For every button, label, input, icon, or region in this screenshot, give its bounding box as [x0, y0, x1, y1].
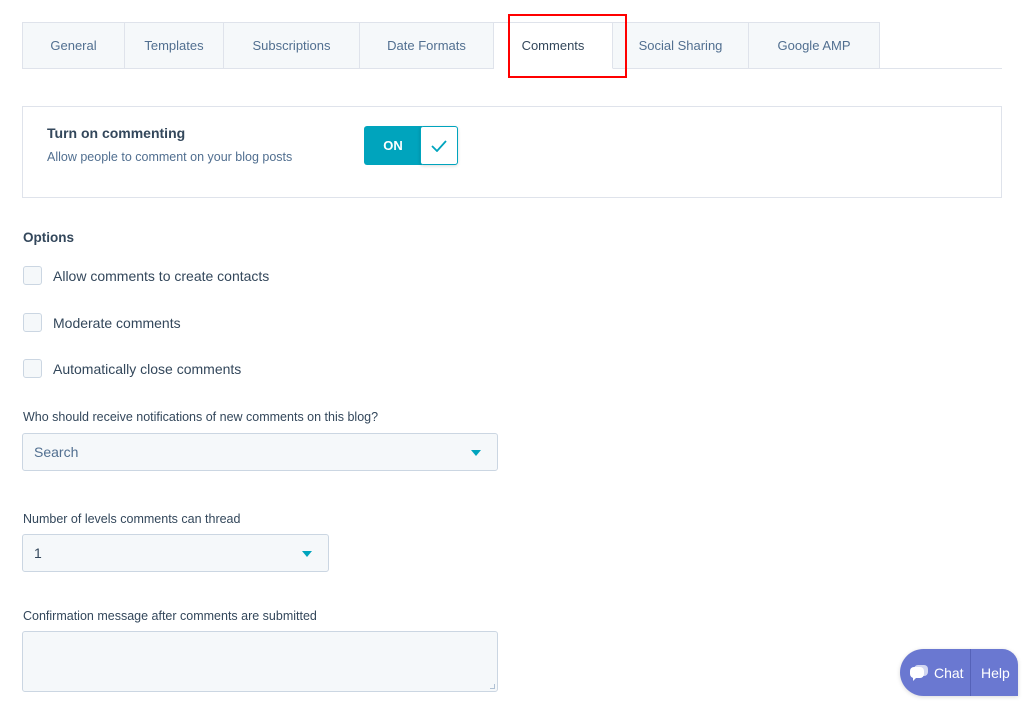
chat-widget: Chat Help — [900, 649, 1018, 696]
option-label: Moderate comments — [53, 314, 181, 331]
option-create-contacts[interactable]: Allow comments to create contacts — [23, 266, 269, 285]
confirmation-textarea[interactable] — [22, 631, 498, 692]
resize-handle[interactable] — [490, 684, 495, 689]
help-button[interactable]: Help — [971, 665, 1010, 681]
toggle-on-label: ON — [364, 126, 422, 165]
options-heading: Options — [23, 230, 74, 245]
commenting-description: Allow people to comment on your blog pos… — [47, 150, 293, 164]
commenting-title: Turn on commenting — [47, 125, 186, 141]
caret-down-icon — [471, 450, 481, 456]
toggle-knob[interactable] — [420, 126, 458, 165]
tab-social-sharing[interactable]: Social Sharing — [613, 22, 749, 69]
notifications-placeholder: Search — [34, 444, 79, 460]
notifications-label: Who should receive notifications of new … — [23, 410, 379, 424]
settings-tabs: General Templates Subscriptions Date For… — [22, 22, 1002, 69]
moderate-comments-checkbox[interactable] — [23, 313, 42, 332]
auto-close-checkbox[interactable] — [23, 359, 42, 378]
thread-levels-label: Number of levels comments can thread — [23, 512, 241, 526]
tab-google-amp[interactable]: Google AMP — [749, 22, 880, 69]
option-moderate-comments[interactable]: Moderate comments — [23, 313, 181, 332]
chat-button[interactable]: Chat — [900, 649, 971, 696]
chat-bubble-icon — [910, 664, 928, 681]
tab-templates[interactable]: Templates — [125, 22, 224, 69]
chat-label: Chat — [934, 664, 964, 681]
caret-down-icon — [302, 551, 312, 557]
option-auto-close-comments[interactable]: Automatically close comments — [23, 359, 241, 378]
thread-levels-select[interactable]: 1 — [22, 534, 329, 572]
checkmark-icon — [431, 139, 447, 152]
tab-general[interactable]: General — [22, 22, 125, 69]
commenting-toggle[interactable]: ON — [364, 126, 458, 165]
commenting-card: Turn on commenting Allow people to comme… — [22, 106, 1002, 198]
tab-date-formats[interactable]: Date Formats — [360, 22, 494, 69]
thread-levels-value: 1 — [34, 545, 42, 561]
create-contacts-checkbox[interactable] — [23, 266, 42, 285]
option-label: Automatically close comments — [53, 360, 242, 377]
option-label: Allow comments to create contacts — [53, 267, 270, 284]
notifications-select[interactable]: Search — [22, 433, 498, 471]
tab-subscriptions[interactable]: Subscriptions — [224, 22, 360, 69]
confirmation-label: Confirmation message after comments are … — [23, 609, 317, 623]
tab-comments[interactable]: Comments — [494, 22, 613, 69]
